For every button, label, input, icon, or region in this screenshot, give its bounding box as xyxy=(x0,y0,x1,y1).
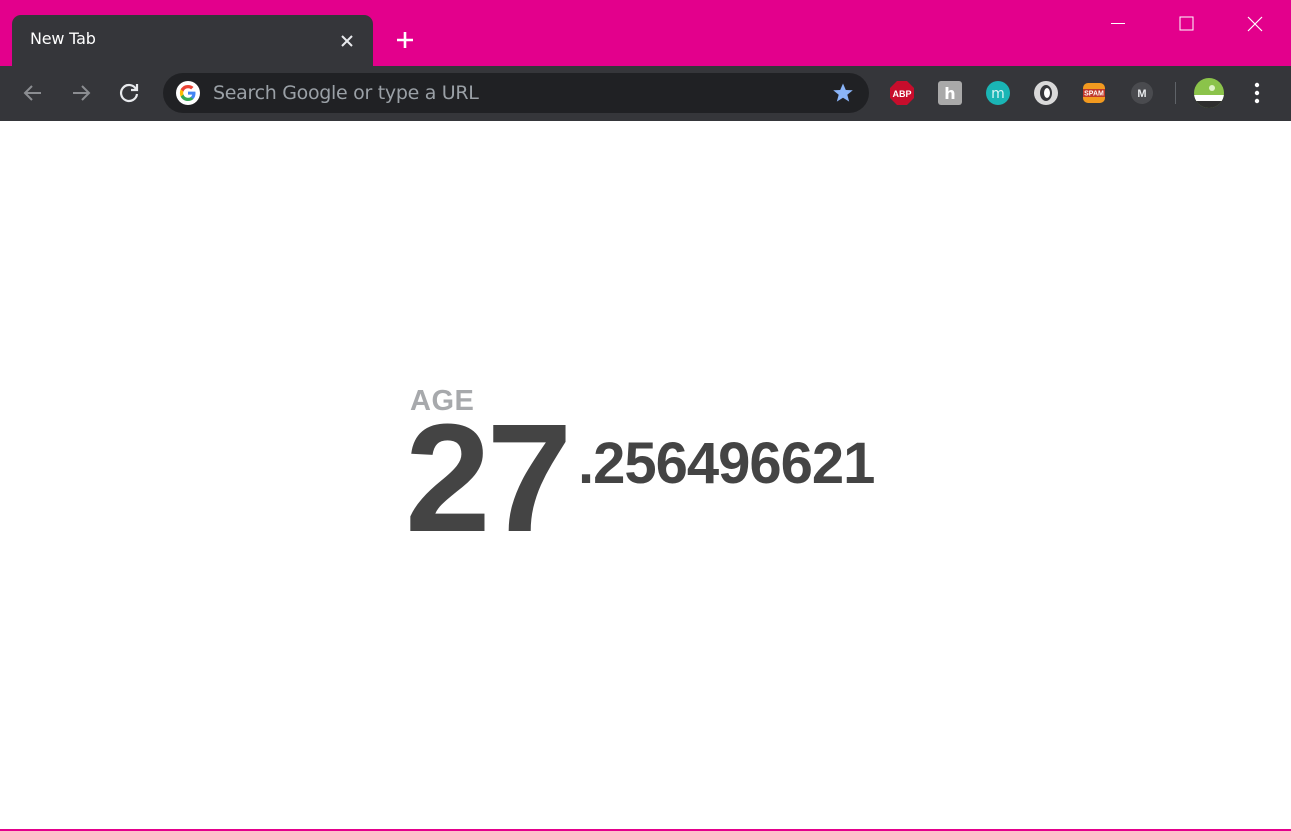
tab-title: New Tab xyxy=(30,29,96,48)
back-arrow-icon[interactable] xyxy=(19,79,47,107)
window-close-icon[interactable] xyxy=(1235,8,1275,40)
adblock-plus-icon[interactable]: ABP xyxy=(889,80,915,106)
svg-text:M: M xyxy=(1137,88,1146,100)
honey-extension-icon[interactable]: h xyxy=(937,80,963,106)
svg-text:ABP: ABP xyxy=(892,89,911,99)
bookmark-star-icon[interactable] xyxy=(831,81,855,105)
m-extension-icon[interactable]: M xyxy=(1129,80,1155,106)
spam-extension-icon[interactable]: SPAM xyxy=(1081,80,1107,106)
toolbar-divider xyxy=(1175,82,1176,104)
close-icon[interactable] xyxy=(335,29,359,53)
mercury-extension-icon[interactable]: m xyxy=(985,80,1011,106)
tab-new-tab[interactable]: New Tab xyxy=(12,15,373,66)
minimize-icon[interactable] xyxy=(1098,8,1138,40)
maximize-icon[interactable] xyxy=(1166,8,1206,40)
age-decimal: .256496621 xyxy=(578,431,875,496)
google-g-icon xyxy=(176,81,200,105)
svg-text:h: h xyxy=(944,84,955,103)
tab-strip: New Tab xyxy=(0,0,1291,66)
svg-text:m: m xyxy=(991,86,1005,102)
reload-icon[interactable] xyxy=(115,79,143,107)
age-integer: 27 xyxy=(405,392,572,564)
profile-avatar[interactable] xyxy=(1194,78,1224,108)
page-content: AGE 27 .256496621 xyxy=(0,121,1291,829)
svg-text:SPAM: SPAM xyxy=(1084,91,1104,98)
avatar-icon xyxy=(1194,78,1224,108)
browser-window: New Tab Search Google or type a URL ABP … xyxy=(0,0,1291,831)
omnibox[interactable]: Search Google or type a URL xyxy=(163,73,869,113)
omnibox-placeholder: Search Google or type a URL xyxy=(213,82,479,104)
new-tab-plus-icon[interactable] xyxy=(392,27,418,53)
browser-toolbar: Search Google or type a URL ABP h m SPAM xyxy=(0,66,1291,121)
kebab-menu-icon[interactable] xyxy=(1245,80,1269,106)
ring-extension-icon[interactable] xyxy=(1033,80,1059,106)
forward-arrow-icon[interactable] xyxy=(67,79,95,107)
